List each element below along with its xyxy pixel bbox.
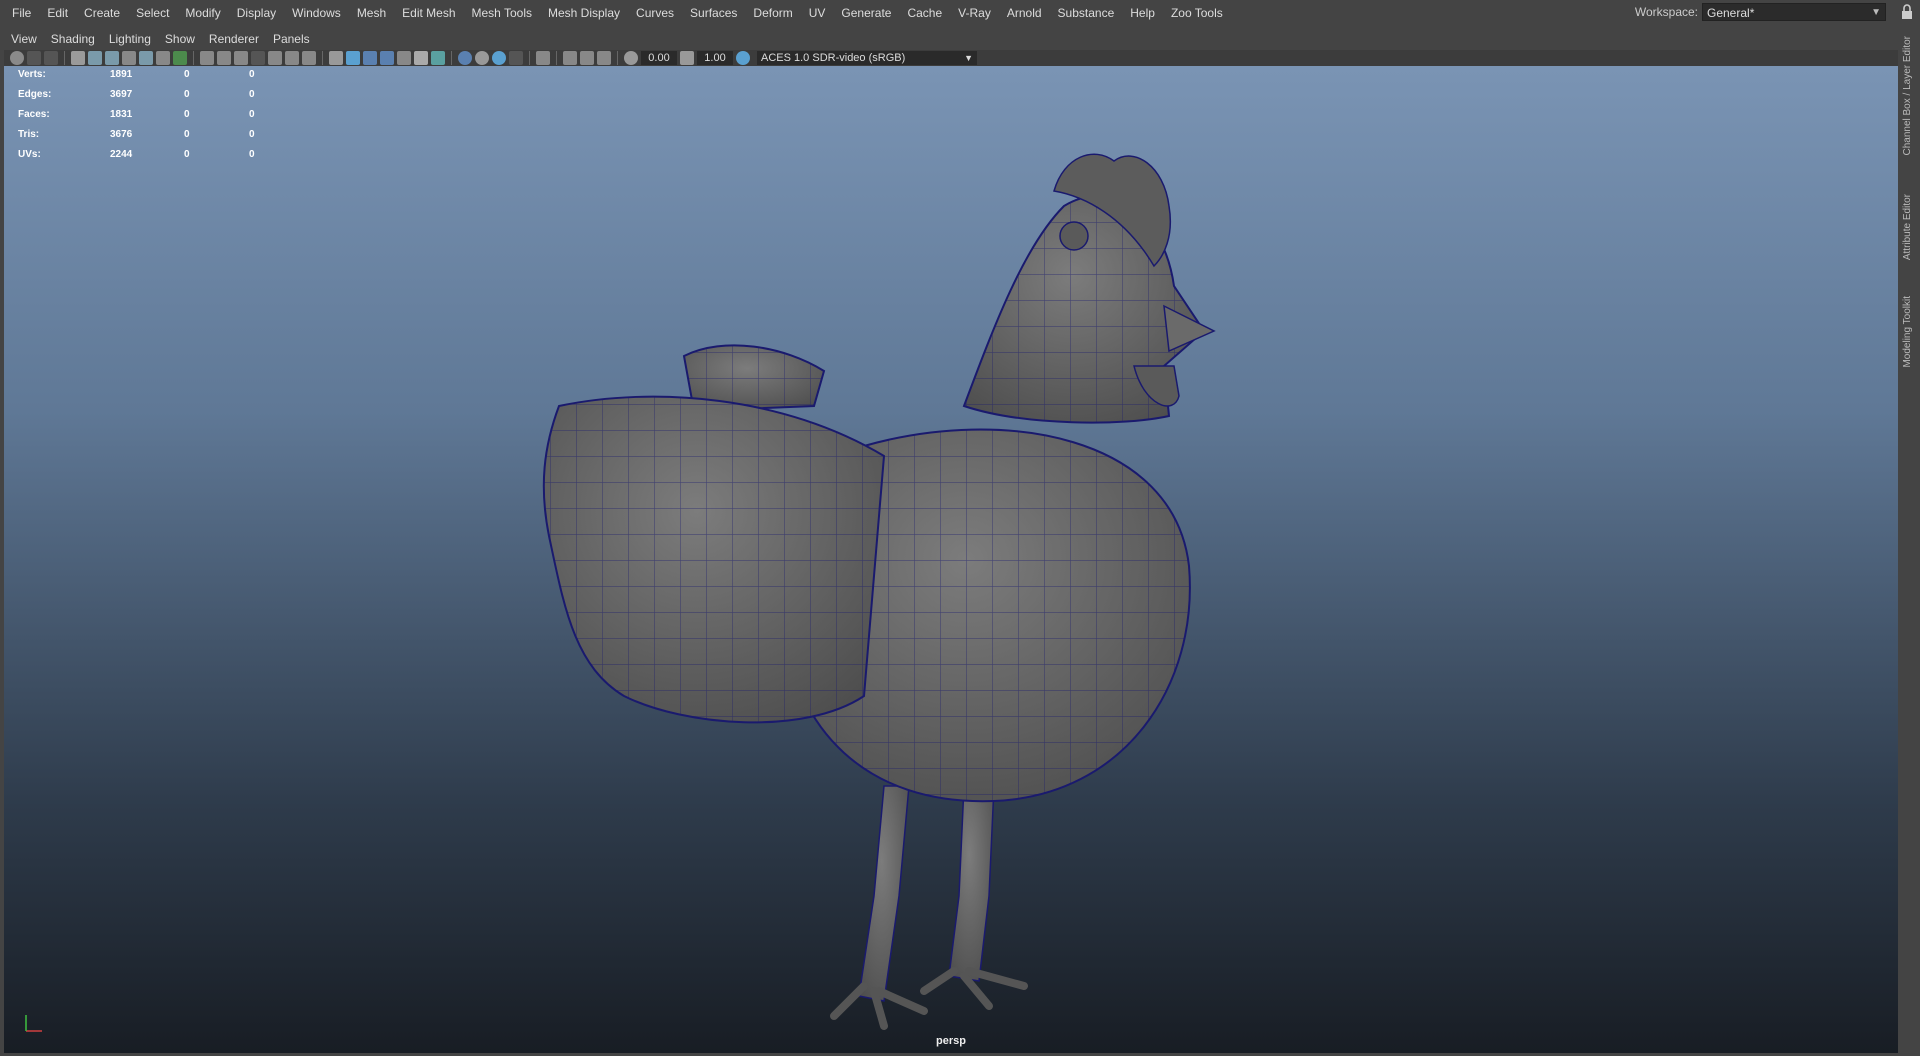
menu-vray[interactable]: V-Ray [950,0,999,26]
panel-menubar: View Shading Lighting Show Renderer Pane… [4,28,1898,50]
panel-menu-lighting[interactable]: Lighting [102,28,158,50]
two-sided-lighting-icon[interactable] [563,51,577,65]
lock-icon[interactable] [1900,4,1914,20]
isolate-select-icon[interactable] [458,51,472,65]
field-chart-icon[interactable] [268,51,282,65]
xray-active-icon[interactable] [509,51,523,65]
menu-surfaces[interactable]: Surfaces [682,0,745,26]
menu-curves[interactable]: Curves [628,0,682,26]
chicken-model[interactable] [4,66,1898,1053]
ambient-occlusion-icon[interactable] [431,51,445,65]
menu-mesh[interactable]: Mesh [349,0,394,26]
main-menu: File Edit Create Select Modify Display W… [0,0,1231,26]
exposure-field[interactable]: 0.00 [641,51,677,65]
panel-menu-shading[interactable]: Shading [44,28,102,50]
menu-display[interactable]: Display [229,0,284,26]
chevron-down-icon: ▼ [964,53,973,63]
safe-action-icon[interactable] [285,51,299,65]
exposure-icon[interactable] [624,51,638,65]
camera-attributes-icon[interactable] [27,51,41,65]
axis-indicator-icon [25,1015,42,1032]
toolbar-divider [64,51,65,65]
xray-icon[interactable] [475,51,489,65]
bookmark-flag-icon[interactable] [122,51,136,65]
main-menubar: File Edit Create Select Modify Display W… [0,0,1920,26]
menu-edit[interactable]: Edit [39,0,76,26]
menu-deform[interactable]: Deform [745,0,800,26]
color-space-value: ACES 1.0 SDR-video (sRGB) [761,52,906,64]
menu-zoo-tools[interactable]: Zoo Tools [1163,0,1231,26]
panel-menu-view[interactable]: View [4,28,44,50]
grease-pencil-icon[interactable] [139,51,153,65]
toolbar-divider [193,51,194,65]
toolbar-divider [617,51,618,65]
camera-select-icon[interactable] [10,51,24,65]
tab-attribute-editor[interactable]: Attribute Editor [1902,194,1913,260]
viewport-3d[interactable]: Verts: 1891 0 0 Edges: 3697 0 0 Faces: 1… [4,66,1898,1053]
menu-arnold[interactable]: Arnold [999,0,1050,26]
workspace-control: Workspace: General* ▼ [1635,3,1886,21]
legs [830,785,1028,1030]
menu-windows[interactable]: Windows [284,0,349,26]
menu-mesh-tools[interactable]: Mesh Tools [464,0,540,26]
toolbar-divider [529,51,530,65]
gamma-icon[interactable] [680,51,694,65]
menu-select[interactable]: Select [128,0,177,26]
tab-modeling-toolkit[interactable]: Modeling Toolkit [1902,296,1913,368]
smooth-shade-icon[interactable] [346,51,360,65]
panel-menu-renderer[interactable]: Renderer [202,28,266,50]
menu-file[interactable]: File [4,0,39,26]
menu-help[interactable]: Help [1122,0,1163,26]
shadows-icon[interactable] [414,51,428,65]
head [962,153,1216,424]
film-gate-icon[interactable] [105,51,119,65]
menu-generate[interactable]: Generate [833,0,899,26]
snap-icon[interactable] [173,51,187,65]
right-side-tabs: Channel Box / Layer Editor Attribute Edi… [1900,26,1920,1056]
workspace-value: General* [1707,6,1755,20]
backface-culling-icon[interactable] [580,51,594,65]
zoom-frame-icon[interactable] [597,51,611,65]
tab-channel-box[interactable]: Channel Box / Layer Editor [1902,36,1913,156]
chevron-down-icon: ▼ [1871,7,1881,18]
menu-modify[interactable]: Modify [177,0,228,26]
xray-joints-icon[interactable] [492,51,506,65]
wireframe-on-shaded-icon[interactable] [363,51,377,65]
toolbar-divider [322,51,323,65]
bookmark-icon[interactable] [44,51,58,65]
workspace-select[interactable]: General* ▼ [1702,3,1886,21]
camera-name-label: persp [936,1035,966,1047]
color-space-select[interactable]: ACES 1.0 SDR-video (sRGB) ▼ [757,51,977,65]
menu-mesh-display[interactable]: Mesh Display [540,0,628,26]
menu-cache[interactable]: Cache [899,0,950,26]
film-gate-display-icon[interactable] [217,51,231,65]
panel-menu-panels[interactable]: Panels [266,28,317,50]
selection-icon[interactable] [536,51,550,65]
workspace-label: Workspace: [1634,5,1698,19]
use-all-lights-icon[interactable] [397,51,411,65]
textured-icon[interactable] [380,51,394,65]
toolbar-divider [451,51,452,65]
color-management-icon[interactable] [736,51,750,65]
toolbar-divider [556,51,557,65]
image-plane-icon[interactable] [88,51,102,65]
menu-uv[interactable]: UV [801,0,834,26]
resolution-gate-icon[interactable] [234,51,248,65]
grid-icon[interactable] [200,51,214,65]
menu-create[interactable]: Create [76,0,128,26]
gate-mask-icon[interactable] [251,51,265,65]
safe-title-icon[interactable] [302,51,316,65]
wireframe-icon[interactable] [329,51,343,65]
camera-icon[interactable] [71,51,85,65]
gamma-field[interactable]: 1.00 [697,51,733,65]
wing [542,395,886,724]
menu-edit-mesh[interactable]: Edit Mesh [394,0,463,26]
pivot-icon[interactable] [156,51,170,65]
panel-toolbar: 0.00 1.00 ACES 1.0 SDR-video (sRGB) ▼ [4,50,1898,66]
panel-menu-show[interactable]: Show [158,28,202,50]
menu-substance[interactable]: Substance [1050,0,1123,26]
